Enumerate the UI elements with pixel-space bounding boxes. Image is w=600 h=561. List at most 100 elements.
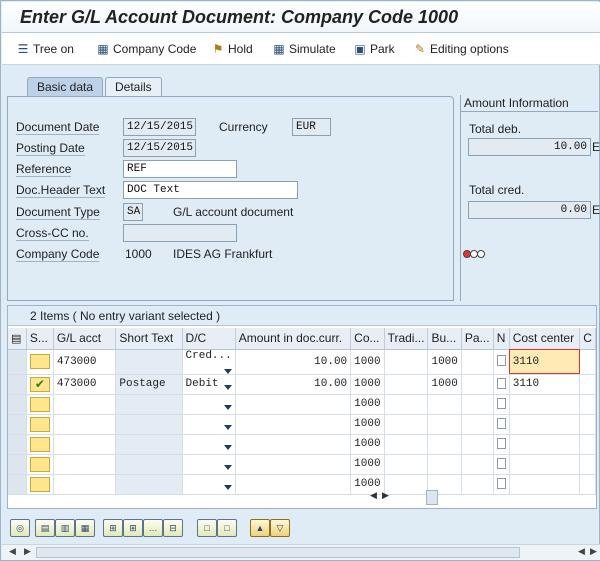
c-cell[interactable]: [579, 374, 596, 395]
scroll-left-icon[interactable]: ◀: [9, 546, 16, 557]
column-header-business-area[interactable]: Bu...: [427, 328, 462, 350]
status-box[interactable]: [29, 456, 50, 472]
copy-row-icon[interactable]: ▥: [55, 519, 75, 537]
scrollbar-track[interactable]: [36, 547, 520, 558]
short-text-cell[interactable]: [115, 414, 183, 435]
amount-cell[interactable]: [235, 474, 352, 495]
amount-cell[interactable]: [235, 454, 352, 475]
row-selector[interactable]: [8, 374, 27, 395]
c-cell[interactable]: [579, 454, 596, 475]
n-checkbox-cell[interactable]: [493, 454, 510, 475]
scroll-right-icon[interactable]: ▶: [382, 490, 389, 500]
checkbox[interactable]: [496, 417, 506, 429]
table-row[interactable]: 1000: [8, 414, 596, 435]
column-header-amount[interactable]: Amount in doc.curr.: [235, 328, 352, 350]
checkbox[interactable]: [496, 377, 506, 389]
dropdown-arrow-icon[interactable]: [223, 445, 232, 450]
dropdown-arrow-icon[interactable]: [223, 465, 232, 470]
cost-center-cell[interactable]: [509, 394, 581, 415]
business-area-cell[interactable]: [427, 414, 462, 435]
details-icon[interactable]: ◎: [10, 519, 30, 537]
gl-account-cell[interactable]: [53, 394, 117, 415]
amount-cell[interactable]: [235, 394, 352, 415]
n-checkbox-cell[interactable]: [493, 394, 510, 415]
tab-details[interactable]: Details: [105, 77, 162, 97]
status-box[interactable]: [29, 436, 50, 452]
dropdown-arrow-icon[interactable]: [223, 485, 232, 490]
gl-account-cell[interactable]: [53, 434, 117, 455]
column-header-cost-center[interactable]: Cost center: [509, 328, 581, 350]
column-header-company[interactable]: Co...: [350, 328, 385, 350]
company-code-button[interactable]: ▦ Company Code: [96, 41, 196, 59]
select-all-icon[interactable]: ▤: [8, 328, 27, 350]
cost-center-cell[interactable]: [509, 414, 581, 435]
status-cell[interactable]: [26, 414, 54, 435]
status-box[interactable]: [29, 354, 50, 369]
status-cell[interactable]: [26, 349, 54, 375]
cost-center-cell[interactable]: 3110: [509, 374, 581, 395]
checkbox[interactable]: [496, 477, 506, 489]
dc-cell[interactable]: [182, 434, 236, 455]
table-horizontal-scroll[interactable]: ◀ ▶: [370, 490, 434, 506]
insert-row-icon[interactable]: ▤: [35, 519, 55, 537]
amount-cell[interactable]: 10.00: [235, 374, 352, 395]
more-icon[interactable]: …: [143, 519, 163, 537]
cost-center-cell[interactable]: 3110: [509, 349, 581, 375]
column-header-c[interactable]: C: [579, 328, 596, 350]
gl-account-cell[interactable]: 473000: [53, 349, 117, 375]
scroll-left-icon[interactable]: ◀: [370, 490, 377, 500]
doc-header-text-field[interactable]: DOC Text: [123, 181, 298, 199]
column-header-n[interactable]: N: [493, 328, 510, 350]
amount-cell[interactable]: [235, 434, 352, 455]
amount-cell[interactable]: 10.00: [235, 349, 352, 375]
trading-partner-cell[interactable]: [384, 374, 429, 395]
table-row[interactable]: 1000: [8, 394, 596, 415]
short-text-cell[interactable]: [115, 454, 183, 475]
company-cell[interactable]: 1000: [350, 374, 385, 395]
cost-center-cell[interactable]: [509, 474, 581, 495]
business-area-cell[interactable]: 1000: [427, 374, 462, 395]
hold-button[interactable]: ⚑ Hold: [211, 41, 253, 59]
partner-cell[interactable]: [461, 394, 494, 415]
gl-account-cell[interactable]: [53, 414, 117, 435]
checkbox[interactable]: [496, 397, 506, 409]
c-cell[interactable]: [579, 474, 596, 495]
checkbox[interactable]: [496, 437, 506, 449]
scroll-right-icon[interactable]: ▶: [24, 546, 31, 557]
table-row[interactable]: ✔ 473000 Postage Debit 10.00 1000 1000 3110: [8, 374, 596, 395]
document-type-field[interactable]: SA: [123, 203, 143, 221]
n-checkbox-cell[interactable]: [493, 349, 510, 375]
trading-partner-cell[interactable]: [384, 414, 429, 435]
dropdown-arrow-icon[interactable]: [223, 368, 232, 373]
column-header-status[interactable]: S...: [26, 328, 54, 350]
business-area-cell[interactable]: [427, 434, 462, 455]
cost-center-cell[interactable]: [509, 454, 581, 475]
company-cell[interactable]: 1000: [350, 454, 385, 475]
checkmark-icon[interactable]: ✔: [29, 376, 50, 392]
partner-cell[interactable]: [461, 349, 494, 375]
c-cell[interactable]: [579, 414, 596, 435]
delete-row-icon[interactable]: ⊟: [163, 519, 183, 537]
business-area-cell[interactable]: [427, 394, 462, 415]
dc-cell[interactable]: [182, 474, 236, 495]
row-selector[interactable]: [8, 454, 27, 475]
table-row[interactable]: 473000 Cred... 10.00 1000 1000 3110: [8, 349, 596, 375]
posting-date-field[interactable]: 12/15/2015: [123, 139, 196, 157]
window-horizontal-scrollbar[interactable]: ◀ ▶ ◀ ▶: [2, 544, 600, 560]
c-cell[interactable]: [579, 434, 596, 455]
dropdown-arrow-icon[interactable]: [223, 385, 232, 390]
trading-partner-cell[interactable]: [384, 349, 429, 375]
filter-icon[interactable]: ▽: [270, 519, 290, 537]
dc-cell[interactable]: [182, 414, 236, 435]
dropdown-arrow-icon[interactable]: [223, 405, 232, 410]
c-cell[interactable]: [579, 394, 596, 415]
table-row[interactable]: 1000: [8, 454, 596, 475]
trading-partner-cell[interactable]: [384, 434, 429, 455]
scroll-left-icon[interactable]: ◀: [578, 546, 585, 557]
editing-options-button[interactable]: ✎ Editing options: [413, 41, 509, 59]
company-cell[interactable]: 1000: [350, 349, 385, 375]
dc-cell[interactable]: Debit: [182, 374, 236, 395]
column-header-gl-account[interactable]: G/L acct: [53, 328, 117, 350]
status-cell[interactable]: [26, 434, 54, 455]
add-row-icon[interactable]: ⊞: [103, 519, 123, 537]
